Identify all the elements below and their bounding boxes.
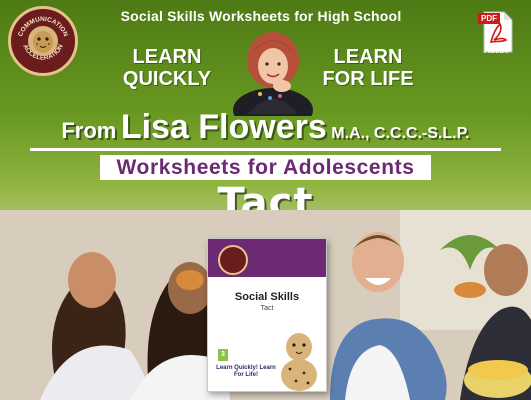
communication-acceleration-seal-logo: COMMUNICATION ACCELERATION [8, 6, 78, 76]
adobe-label: Adobe [484, 46, 509, 55]
slogan-right-line-1: LEARN [333, 46, 403, 68]
cheetah-icon [274, 325, 324, 391]
pdf-badge: PDF [478, 13, 500, 24]
author-portrait [230, 24, 316, 116]
author-line: From Lisa Flowers M.A., C.C.C.-S.L.P. [0, 108, 531, 147]
divider-line [30, 148, 501, 151]
book-title: Social Skills [234, 291, 300, 303]
book-subtitle: Tact [260, 305, 274, 312]
slogan-learn-for-life: LEARN FOR LIFE [318, 46, 418, 90]
book-slogan: Learn Quickly! Learn For Life! [216, 365, 276, 378]
promo-banner: COMMUNICATION ACCELERATION Social Skills… [0, 0, 531, 400]
book-grade-badge: 3 [218, 349, 228, 361]
slogan-learn-quickly: LEARN QUICKLY [112, 46, 222, 90]
slogan-left-line-1: LEARN [132, 46, 202, 68]
author-name: Lisa Flowers [120, 108, 327, 146]
slogan-right-line-2: FOR LIFE [322, 68, 414, 90]
subtitle: Worksheets for Adolescents [0, 155, 531, 180]
header-title: Social Skills Worksheets for High School [120, 8, 402, 24]
subtitle-text: Worksheets for Adolescents [100, 155, 431, 180]
author-prefix: From [61, 118, 117, 143]
book-seal-logo [218, 245, 248, 275]
worksheet-book-cover[interactable]: Social Skills Tact 3 Learn Quickly! Lear… [207, 238, 327, 392]
slogan-left-line-2: QUICKLY [122, 68, 212, 90]
author-credentials: M.A., C.C.C.-S.L.P. [331, 125, 470, 142]
